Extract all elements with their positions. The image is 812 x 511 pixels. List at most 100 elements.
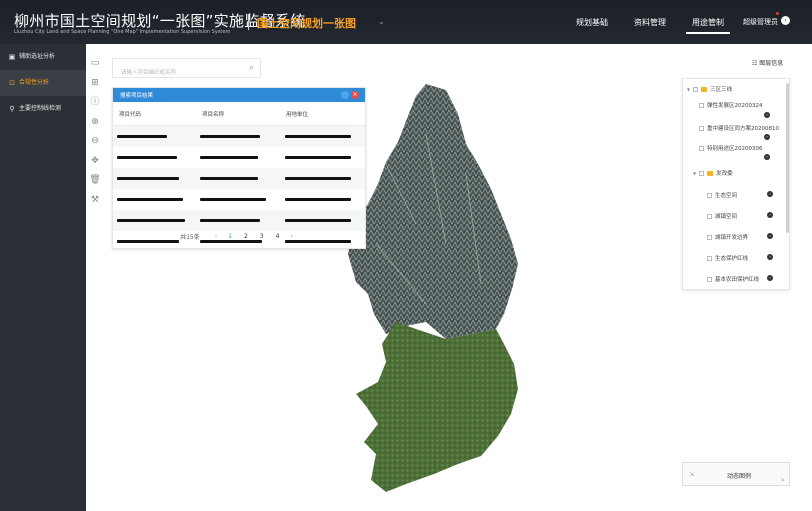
layer-checkbox[interactable]: [693, 87, 699, 92]
layer-checkbox[interactable]: [707, 235, 712, 240]
layer-item[interactable]: 弹性发展区20200324: [699, 101, 763, 109]
select-icon: ▣: [8, 53, 16, 61]
chevron-down-icon[interactable]: ⌄: [378, 17, 385, 26]
column-header-name[interactable]: 项目名称: [197, 110, 281, 118]
zoom-in-icon[interactable]: ⊕: [88, 113, 102, 133]
title-divider: [248, 14, 249, 30]
wrench-icon[interactable]: ⚒: [88, 191, 102, 211]
sidebar-item-control-line-detection[interactable]: ⚲ 主要控制线检测: [0, 96, 86, 122]
layers-icon[interactable]: ▭: [88, 54, 102, 74]
locate-layer-icon[interactable]: ›: [767, 191, 773, 197]
nav-item-data-management[interactable]: 资料管理: [634, 0, 666, 44]
left-sidebar: ▣ 辅助选址分析 ⊡ 合规性分析 ⚲ 主要控制线检测: [0, 44, 86, 511]
module-title[interactable]: 国土空间规划一张图: [257, 15, 356, 31]
pagination: 共15条 ‹ 1 2 3 4 ›: [113, 224, 365, 248]
layer-checkbox[interactable]: [707, 214, 712, 219]
folder-icon: [701, 87, 708, 92]
layer-item[interactable]: 重中建设区同方案20200810: [699, 124, 779, 132]
collapse-icon: ⇲: [689, 471, 695, 478]
layer-item-label: 特别用途区20200306: [707, 146, 763, 152]
layer-item[interactable]: 城镇开发边界: [707, 233, 748, 241]
page-2-button[interactable]: 2: [244, 233, 248, 240]
table-row[interactable]: [113, 126, 365, 147]
layer-item-label: 基本农田保护红线: [715, 277, 760, 283]
layer-item-label: 城镇空间: [715, 214, 738, 220]
layer-checkbox[interactable]: [707, 193, 712, 198]
redacted-cell: [285, 135, 351, 138]
nav-item-use-control[interactable]: 用途管制: [686, 0, 730, 44]
layer-group-label: 发改委: [716, 171, 733, 177]
locate-layer-icon[interactable]: ›: [767, 233, 773, 239]
caret-down-icon[interactable]: ▼: [693, 171, 696, 176]
folder-icon: [707, 171, 714, 176]
map-region-south: [356, 322, 518, 492]
layer-checkbox[interactable]: [699, 103, 704, 108]
next-page-button[interactable]: ›: [290, 233, 292, 240]
zoom-out-icon[interactable]: ⊖: [88, 132, 102, 152]
locate-layer-icon[interactable]: ›: [767, 212, 773, 218]
user-name[interactable]: 超级管理员: [743, 17, 778, 27]
table-row[interactable]: [113, 168, 365, 189]
locate-layer-icon[interactable]: ›: [764, 134, 770, 140]
layer-tree: ▼ 三区三线 弹性发展区20200324 › 重中建设区同方案20200810 ›…: [682, 78, 790, 290]
column-header-unit[interactable]: 用地单位: [281, 110, 365, 118]
layer-item-label: 生态空间: [715, 193, 738, 199]
locate-layer-icon[interactable]: ›: [767, 275, 773, 281]
panel-title: 搜索项目结果: [120, 93, 154, 99]
close-button[interactable]: ×: [351, 91, 359, 99]
trash-icon[interactable]: 🗑: [88, 171, 102, 191]
layer-checkbox[interactable]: [699, 126, 704, 131]
layer-item[interactable]: 生态空间: [707, 191, 737, 199]
pan-icon[interactable]: ✥: [88, 152, 102, 172]
page-3-button[interactable]: 3: [260, 233, 264, 240]
redacted-cell: [200, 135, 260, 138]
table-row[interactable]: [113, 189, 365, 210]
redacted-cell: [117, 135, 167, 138]
sidebar-item-site-selection[interactable]: ▣ 辅助选址分析: [0, 44, 86, 70]
table-row[interactable]: [113, 147, 365, 168]
locate-layer-icon[interactable]: ›: [767, 254, 773, 260]
info-icon[interactable]: ⓘ: [88, 93, 102, 113]
sidebar-item-label: 辅助选址分析: [19, 53, 56, 60]
layer-item[interactable]: 生态保护红线: [707, 254, 748, 262]
pagination-total: 共15条: [180, 233, 200, 241]
redacted-cell: [200, 177, 258, 180]
layer-tree-scrollbar[interactable]: [786, 83, 789, 233]
compliance-icon: ⊡: [9, 79, 15, 87]
layer-group-label: 三区三线: [710, 87, 733, 93]
layer-checkbox[interactable]: [699, 146, 704, 151]
layer-item[interactable]: 特别用途区20200306: [699, 144, 763, 152]
page-1-button[interactable]: 1: [228, 233, 232, 240]
layer-group-three-zones[interactable]: ▼ 三区三线: [687, 85, 732, 93]
layer-item-label: 生态保护红线: [715, 256, 749, 262]
layer-checkbox[interactable]: [707, 277, 712, 282]
layer-group-ndrc[interactable]: ▼ 发改委: [693, 169, 733, 177]
search-results-panel: 搜索项目结果 × 项目代码 项目名称 用地单位 共15条 ‹ 1 2 3 4 ›: [112, 87, 366, 249]
search-icon[interactable]: ⌕: [249, 63, 254, 73]
search-input[interactable]: [113, 64, 239, 82]
locate-layer-icon[interactable]: ›: [764, 112, 770, 118]
dynamic-legend-button[interactable]: ⇲ 动态图例 ⇘: [682, 462, 790, 486]
layer-checkbox[interactable]: [707, 256, 712, 261]
user-menu-icon[interactable]: ›: [781, 16, 790, 25]
page-4-button[interactable]: 4: [276, 233, 280, 240]
nav-item-planning-basis[interactable]: 规划基础: [576, 0, 608, 44]
layer-checkbox[interactable]: [699, 171, 705, 176]
sidebar-item-compliance[interactable]: ⊡ 合规性分析: [0, 70, 86, 96]
layer-item[interactable]: 城镇空间: [707, 212, 737, 220]
sidebar-item-label: 主要控制线检测: [19, 105, 62, 112]
top-nav: 规划基础 资料管理 用途管制: [576, 0, 750, 44]
prev-page-button[interactable]: ‹: [215, 233, 217, 240]
locate-layer-icon[interactable]: ›: [764, 154, 770, 160]
caret-down-icon[interactable]: ▼: [687, 87, 690, 92]
minimize-button[interactable]: [341, 91, 349, 99]
layer-info-button[interactable]: ☷ 图层信息: [752, 58, 783, 67]
app-subtitle: Liuzhou City Land and Space Planning "On…: [14, 29, 231, 35]
grid-icon[interactable]: ⊞: [88, 74, 102, 94]
column-header-code[interactable]: 项目代码: [113, 110, 197, 118]
redacted-cell: [285, 177, 351, 180]
redacted-cell: [117, 219, 185, 222]
redacted-cell: [117, 177, 179, 180]
layer-item[interactable]: 基本农田保护红线: [707, 275, 759, 283]
layer-item-label: 弹性发展区20200324: [707, 103, 763, 109]
